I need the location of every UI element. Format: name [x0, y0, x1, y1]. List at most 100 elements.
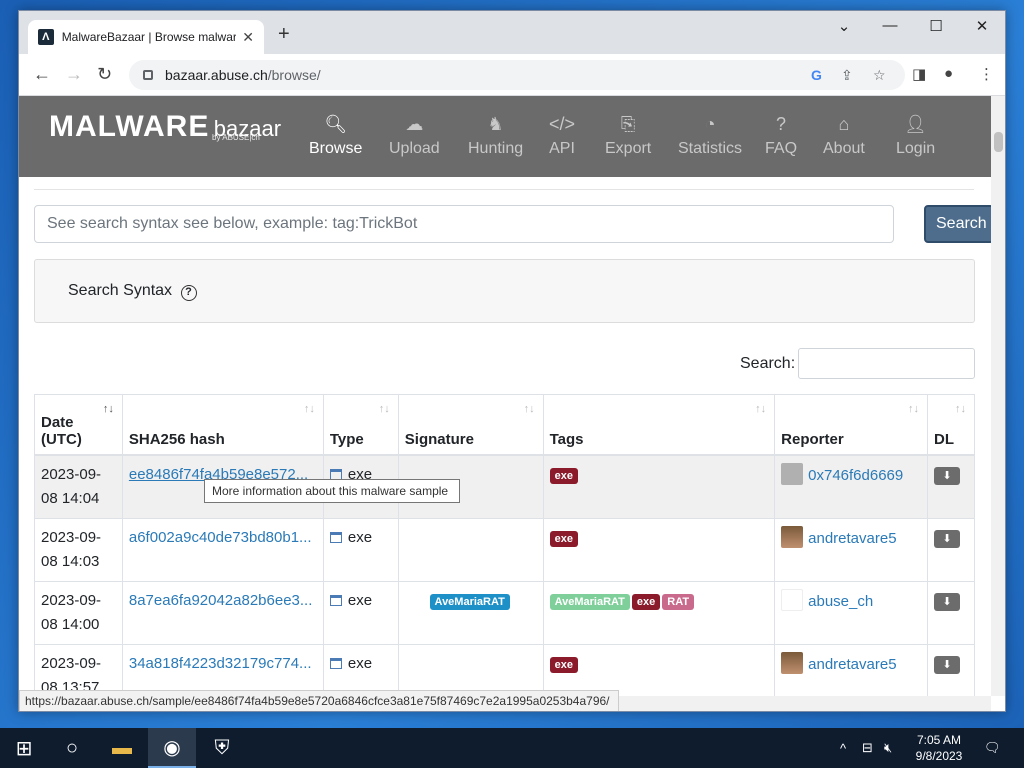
col-hash[interactable]: SHA256 hash ↑↓: [121, 394, 324, 456]
col-dl[interactable]: DL ↑↓: [926, 394, 976, 456]
notifications-icon[interactable]: 🗨︎: [984, 728, 1001, 768]
maximize-icon[interactable]: ☐: [913, 17, 959, 35]
header-label: Tags: [549, 430, 584, 448]
cloud-download-icon[interactable]: ⬇: [933, 529, 960, 548]
windows-security-icon[interactable]: ⛨: [198, 728, 246, 768]
tag-badge[interactable]: exe: [549, 530, 578, 547]
nav-label: Statistics: [678, 140, 743, 157]
tooltip: More information about this malware samp…: [204, 479, 460, 503]
table-row: 2023-09-08 14:03 a6f002a9c40de73bd80b1..…: [34, 517, 976, 582]
cloud-download-icon[interactable]: ⬇: [933, 655, 960, 674]
window-icon: [329, 657, 342, 669]
close-tab-icon[interactable]: ✕: [242, 29, 254, 46]
browser-tab[interactable]: Λ MalwareBazaar | Browse malware ✕: [28, 20, 264, 54]
clock-time: 7:05 AM: [916, 733, 962, 747]
reporter-link[interactable]: andretavare5: [808, 656, 896, 673]
side-panel-icon[interactable]: ◨: [912, 65, 926, 83]
nav-about[interactable]: ⌂ About: [823, 114, 865, 158]
tab-search-icon[interactable]: ⌄: [821, 17, 867, 35]
sort-icon: ↑↓: [907, 403, 919, 415]
nav-browse[interactable]: 🔍︎ Browse: [309, 114, 362, 158]
nav-label: Login: [896, 140, 936, 157]
nav-api[interactable]: </> API: [549, 114, 575, 158]
nav-login[interactable]: 👤︎ Login: [896, 114, 935, 158]
search-syntax-panel[interactable]: Search Syntax ?: [34, 259, 975, 323]
title-bar: Λ MalwareBazaar | Browse malware ✕ + ⌄ —…: [19, 11, 1005, 54]
date-cell: 2023-09-08 14:03: [34, 517, 123, 582]
chrome-icon[interactable]: ◉: [148, 728, 196, 768]
cloud-download-icon[interactable]: ⬇: [933, 466, 960, 485]
address-bar[interactable]: bazaar.abuse.ch/browse/ G ⇪ ☆: [129, 60, 905, 90]
clock[interactable]: 7:05 AM 9/8/2023: [906, 732, 972, 764]
col-signature[interactable]: Signature ↑↓: [397, 394, 544, 456]
logo-main: MALWARE: [49, 110, 210, 143]
hash-link[interactable]: a6f002a9c40de73bd80b1...: [129, 529, 312, 546]
tag-badge[interactable]: exe: [549, 656, 578, 673]
signature-cell: [397, 643, 544, 696]
nav-statistics[interactable]: ◔ Statistics: [678, 114, 742, 158]
reporter-cell: andretavare5: [774, 643, 928, 696]
table-search-label: Search:: [740, 355, 796, 372]
divider: [34, 189, 974, 190]
start-windows-icon[interactable]: ⊞: [0, 728, 48, 768]
nav-upload[interactable]: ☁ Upload: [389, 114, 440, 158]
nav-label: Hunting: [468, 140, 524, 157]
signature-badge[interactable]: AveMariaRAT: [429, 593, 510, 610]
bookmark-star-icon[interactable]: ☆: [873, 67, 886, 84]
reporter-cell: 0x746f6d6669: [774, 454, 928, 519]
hash-cell: 8a7ea6fa92042a82b6ee3...: [121, 580, 324, 645]
reporter-link[interactable]: 0x746f6d6669: [808, 467, 903, 484]
signature-cell: AveMariaRAT: [397, 580, 544, 645]
sort-icon: ↑↓: [303, 403, 315, 415]
vertical-scrollbar[interactable]: [991, 96, 1005, 696]
col-reporter[interactable]: Reporter ↑↓: [774, 394, 928, 456]
forward-icon[interactable]: →: [65, 64, 83, 85]
site-header: MALWARE bazaar by ABUSE|ch 🔍︎ Browse ☁ Upl…: [19, 96, 991, 177]
google-lens-icon[interactable]: G: [811, 67, 822, 83]
nav-hunting[interactable]: ♞ Hunting: [468, 114, 523, 158]
table-search-input[interactable]: [798, 348, 975, 379]
search-syntax-toggle[interactable]: Search Syntax ?: [68, 282, 197, 301]
pie-chart-icon: ◔: [704, 114, 716, 134]
hash-link[interactable]: 8a7ea6fa92042a82b6ee3...: [129, 592, 313, 609]
col-date[interactable]: Date (UTC) ↑↓: [34, 394, 123, 456]
horizontal-scrollbar[interactable]: [619, 696, 991, 711]
avatar: [781, 462, 804, 485]
export-icon: ⎘: [620, 114, 636, 134]
nav-export[interactable]: ⎘ Export: [605, 114, 651, 158]
nav-faq[interactable]: ? FAQ: [765, 114, 797, 158]
tray-chevron-up-icon[interactable]: ^: [840, 728, 846, 768]
col-type[interactable]: Type ↑↓: [322, 394, 399, 456]
taskbar: ⊞ ○ ▬ ◉ ⛨ ^ ⊟ 🔇︎ 7:05 AM 9/8/2023 🗨︎: [0, 728, 1024, 768]
nav-label: Upload: [389, 140, 440, 157]
reload-icon[interactable]: ↻: [97, 64, 112, 85]
search-button[interactable]: Search: [924, 205, 991, 243]
menu-kebab-icon[interactable]: ⋮: [979, 65, 994, 83]
minimize-icon[interactable]: —: [867, 17, 913, 34]
share-icon[interactable]: ⇪: [841, 67, 853, 84]
building-icon: ⌂: [838, 114, 850, 134]
network-icon[interactable]: ⊟: [862, 728, 873, 768]
search-icon[interactable]: ○: [48, 728, 96, 768]
volume-muted-icon[interactable]: 🔇︎: [884, 728, 892, 768]
tag-badge[interactable]: exe: [549, 467, 578, 484]
logo-by: by ABUSE|ch: [212, 133, 260, 142]
hash-link[interactable]: 34a818f4223d32179c774...: [129, 655, 312, 672]
col-tags[interactable]: Tags ↑↓: [542, 394, 776, 456]
search-input[interactable]: See search syntax see below, example: ta…: [34, 205, 894, 243]
lock-icon[interactable]: [143, 70, 153, 80]
new-tab-icon[interactable]: +: [278, 23, 290, 46]
scrollbar-thumb[interactable]: [994, 132, 1003, 152]
cloud-download-icon[interactable]: ⬇: [933, 592, 960, 611]
tab-title: MalwareBazaar | Browse malware: [61, 30, 237, 44]
profile-icon[interactable]: ●: [944, 65, 953, 82]
tag-badge[interactable]: exe: [631, 593, 661, 610]
file-explorer-icon[interactable]: ▬: [98, 728, 146, 768]
back-icon[interactable]: ←: [33, 64, 51, 85]
tag-badge[interactable]: AveMariaRAT: [549, 593, 630, 610]
reporter-link[interactable]: abuse_ch: [808, 593, 873, 610]
reporter-link[interactable]: andretavare5: [808, 530, 896, 547]
tag-badge[interactable]: RAT: [662, 593, 695, 610]
date-cell: 2023-09-08 13:57: [34, 643, 123, 696]
close-window-icon[interactable]: ✕: [959, 17, 1005, 35]
